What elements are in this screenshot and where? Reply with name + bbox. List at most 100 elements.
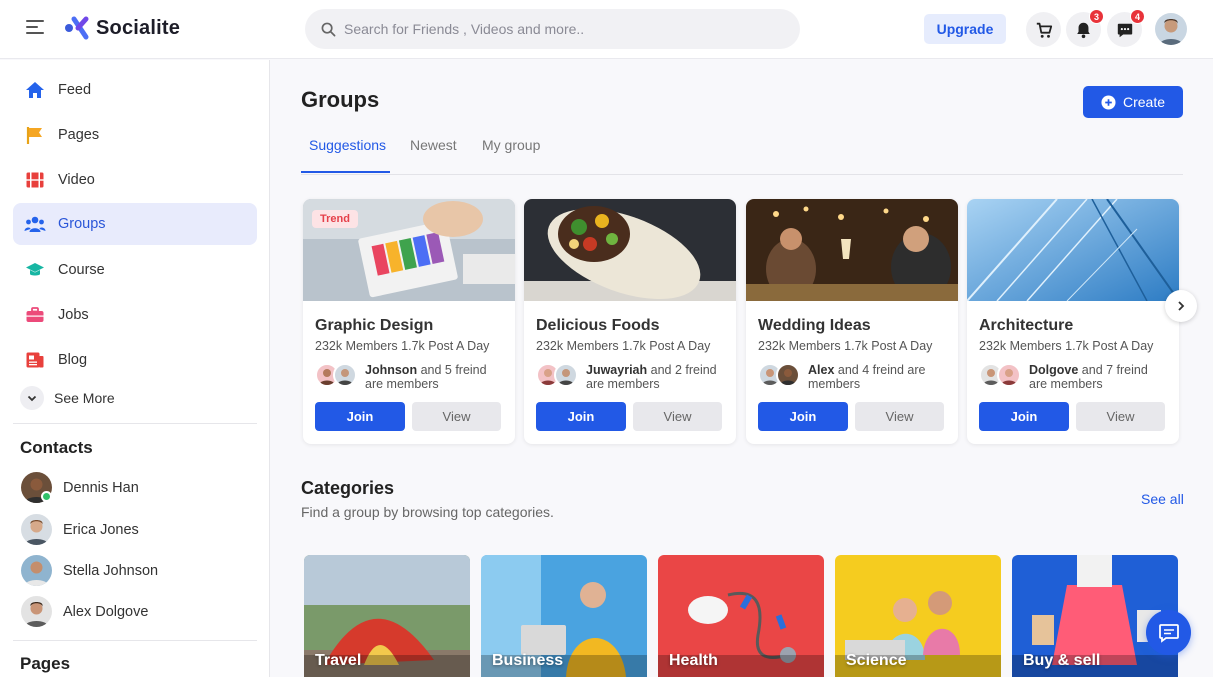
cart-icon	[1036, 22, 1052, 38]
sidebar-item-label: Blog	[58, 352, 88, 368]
tab-my-group[interactable]: My group	[482, 137, 540, 153]
cart-button[interactable]	[1026, 12, 1061, 47]
sidebar-item-label: Video	[58, 172, 95, 188]
notifications-badge: 3	[1089, 9, 1104, 24]
user-avatar[interactable]	[1155, 13, 1187, 45]
online-indicator	[41, 491, 52, 502]
category-card-business[interactable]: Business	[481, 555, 647, 677]
group-name: Delicious Foods	[536, 317, 660, 334]
sidebar-item-jobs[interactable]: Jobs	[13, 294, 257, 336]
view-button[interactable]: View	[412, 402, 501, 431]
sidebar-item-pages[interactable]: Pages	[13, 114, 257, 156]
friend-avatars	[758, 363, 802, 387]
category-label: Science	[846, 652, 907, 669]
group-tabs: Suggestions Newest My group	[301, 130, 1183, 175]
chevron-down-icon	[20, 386, 44, 410]
friends-text: Dolgove and 7 freind are members	[1029, 363, 1148, 391]
group-cover-image	[746, 199, 958, 301]
chevron-right-icon	[1178, 301, 1185, 311]
group-stats: 232k Members 1.7k Post A Day	[536, 339, 711, 353]
avatar	[997, 363, 1021, 387]
category-card-health[interactable]: Health	[658, 555, 824, 677]
sidebar-item-label: Course	[58, 262, 105, 278]
page-title: Groups	[301, 87, 380, 112]
carousel-next-button[interactable]	[1165, 290, 1197, 322]
search-bar[interactable]	[305, 9, 800, 49]
category-card-science[interactable]: Science	[835, 555, 1001, 677]
view-button[interactable]: View	[1076, 402, 1165, 431]
friends-text: Alex and 4 freind are members	[808, 363, 926, 391]
chat-icon	[1158, 623, 1179, 643]
contact-item[interactable]: Alex Dolgove	[21, 596, 148, 627]
see-all-link[interactable]: See all	[1141, 491, 1184, 507]
avatar	[21, 555, 52, 586]
sidebar-item-feed[interactable]: Feed	[13, 69, 257, 111]
film-icon	[24, 169, 46, 191]
group-name: Architecture	[979, 317, 1074, 334]
chat-button[interactable]	[1146, 610, 1191, 655]
category-card-travel[interactable]: Travel	[304, 555, 470, 677]
join-button[interactable]: Join	[979, 402, 1069, 431]
group-stats: 232k Members 1.7k Post A Day	[315, 339, 490, 353]
group-friends: Dolgove and 7 freind are members	[979, 363, 1169, 391]
categories-subtitle: Find a group by browsing top categories.	[301, 504, 554, 520]
app-logo[interactable]: Socialite	[64, 15, 180, 41]
join-button[interactable]: Join	[758, 402, 848, 431]
plus-circle-icon	[1101, 94, 1116, 110]
group-stats: 232k Members 1.7k Post A Day	[979, 339, 1154, 353]
upgrade-button[interactable]: Upgrade	[924, 14, 1006, 44]
create-label: Create	[1122, 94, 1166, 110]
contact-item[interactable]: Erica Jones	[21, 514, 139, 545]
friend-avatars	[315, 363, 359, 387]
group-name: Graphic Design	[315, 317, 434, 334]
group-friends: Johnson and 5 freind are members	[315, 363, 505, 391]
messages-badge: 4	[1130, 9, 1145, 24]
avatar	[21, 596, 52, 627]
hamburger-menu-icon[interactable]	[26, 20, 44, 36]
sidebar-item-blog[interactable]: Blog	[13, 339, 257, 381]
message-icon	[1117, 23, 1132, 37]
sidebar-item-course[interactable]: Course	[13, 249, 257, 291]
avatar	[554, 363, 578, 387]
friends-text: Johnson and 5 freind are members	[365, 363, 487, 391]
avatar	[776, 363, 800, 387]
group-stats: 232k Members 1.7k Post A Day	[758, 339, 933, 353]
users-icon	[24, 213, 46, 235]
briefcase-icon	[24, 304, 46, 326]
sidebar-item-groups[interactable]: Groups	[13, 203, 257, 245]
bell-icon	[1077, 22, 1090, 38]
group-friends: Alex and 4 freind are members	[758, 363, 948, 391]
contact-item[interactable]: Dennis Han	[21, 472, 139, 503]
avatar	[21, 514, 52, 545]
view-button[interactable]: View	[633, 402, 722, 431]
contact-item[interactable]: Stella Johnson	[21, 555, 158, 586]
group-friends: Juwayriah and 2 freind are members	[536, 363, 726, 391]
sidebar-divider	[13, 423, 257, 424]
active-tab-indicator	[301, 171, 390, 173]
contacts-title: Contacts	[20, 438, 93, 457]
sidebar-item-label: Groups	[58, 216, 106, 232]
group-card: Wedding Ideas 232k Members 1.7k Post A D…	[746, 199, 958, 444]
see-more-button[interactable]: See More	[20, 386, 115, 410]
search-icon	[321, 22, 336, 36]
app-name: Socialite	[96, 16, 181, 39]
sidebar-item-video[interactable]: Video	[13, 159, 257, 201]
view-button[interactable]: View	[855, 402, 944, 431]
group-cover-image	[524, 199, 736, 301]
messages-button[interactable]: 4	[1107, 9, 1145, 47]
contact-name: Erica Jones	[63, 521, 139, 538]
join-button[interactable]: Join	[315, 402, 405, 431]
friend-avatars	[536, 363, 580, 387]
create-group-button[interactable]: Create	[1083, 86, 1183, 118]
flag-icon	[24, 124, 46, 146]
trend-badge: Trend	[312, 210, 358, 228]
search-input[interactable]	[344, 21, 774, 37]
group-cover-image	[967, 199, 1179, 301]
tab-newest[interactable]: Newest	[410, 137, 457, 153]
notifications-button[interactable]: 3	[1066, 9, 1104, 47]
sidebar-item-label: Feed	[58, 82, 92, 98]
tab-suggestions[interactable]: Suggestions	[309, 137, 386, 153]
join-button[interactable]: Join	[536, 402, 626, 431]
home-icon	[24, 79, 46, 101]
friend-avatars	[979, 363, 1023, 387]
